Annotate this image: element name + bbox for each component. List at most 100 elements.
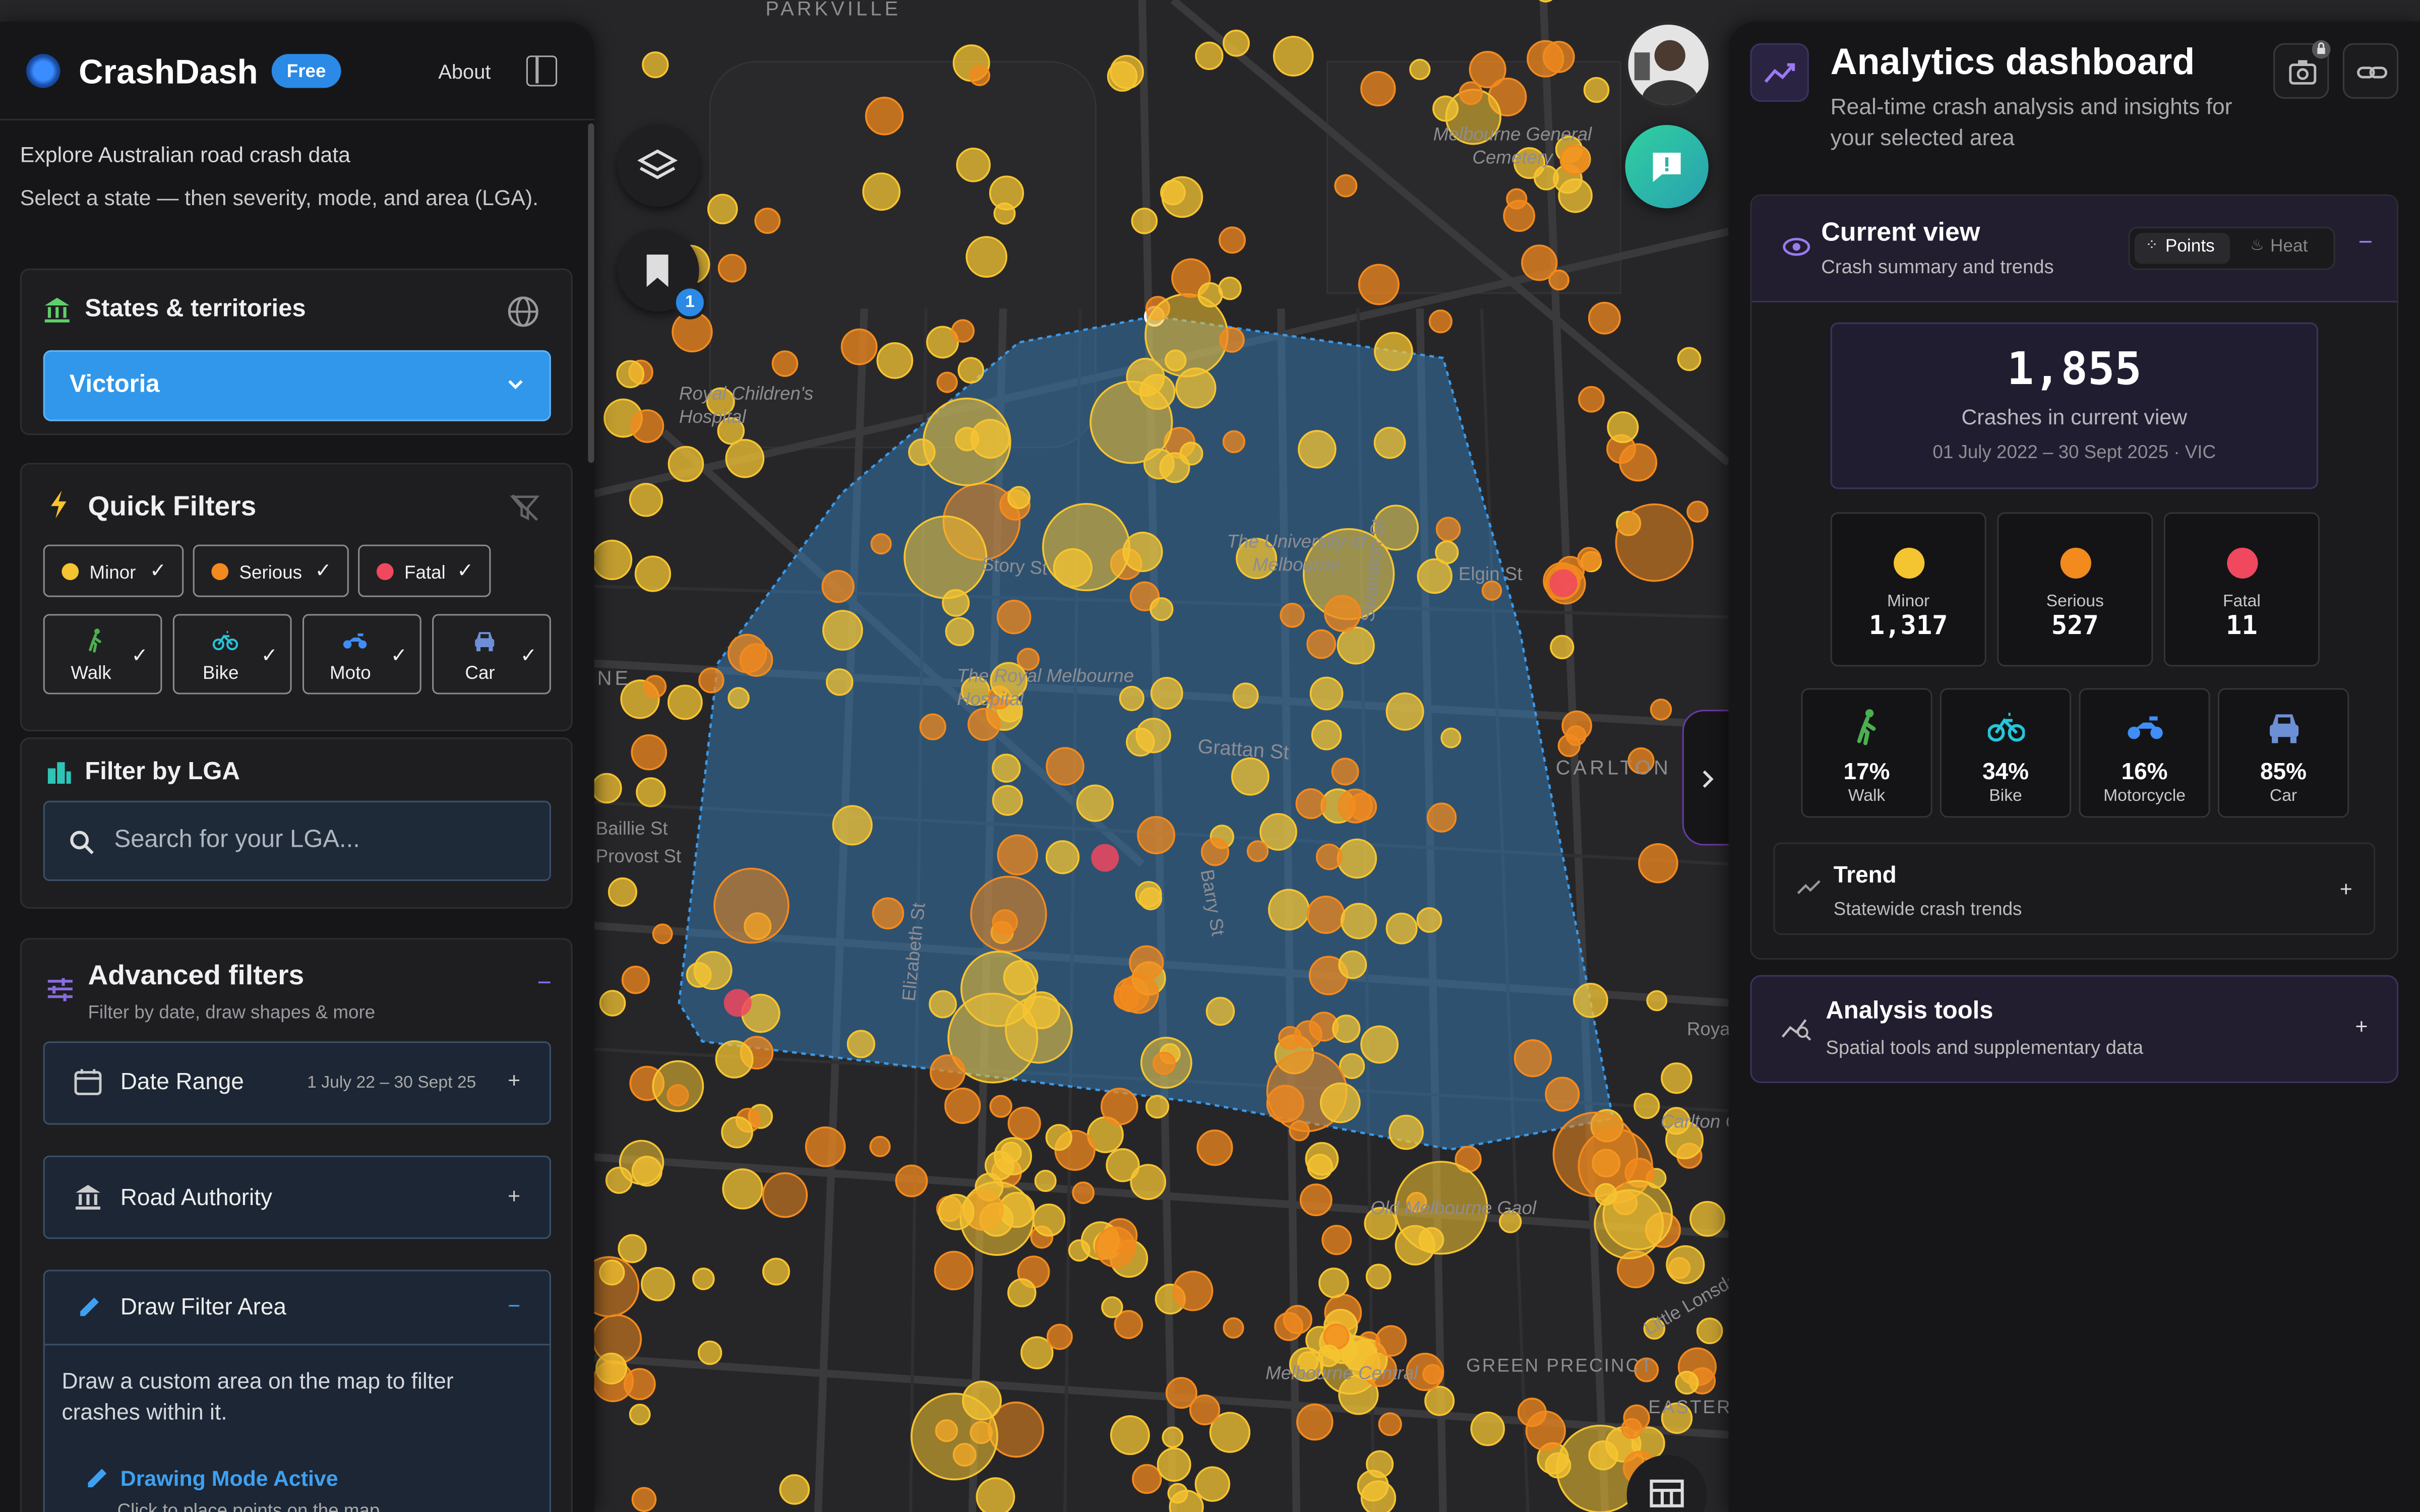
crash-point[interactable] [713, 867, 790, 944]
crash-point[interactable] [619, 1140, 664, 1185]
heat-mode-button[interactable]: ♨ Heat [2241, 233, 2331, 264]
crash-point[interactable] [1514, 1039, 1552, 1078]
crash-point[interactable] [707, 194, 738, 225]
crash-point[interactable] [1440, 727, 1462, 748]
crash-point[interactable] [728, 634, 767, 673]
crash-point[interactable] [1045, 1124, 1072, 1151]
crash-point[interactable] [1145, 1095, 1170, 1119]
crash-point[interactable] [908, 438, 936, 466]
crash-point[interactable] [754, 208, 781, 234]
crash-point[interactable] [1375, 1325, 1407, 1357]
crash-point[interactable] [1246, 840, 1269, 862]
crash-point[interactable] [1157, 1447, 1191, 1482]
trend-section[interactable]: Trend Statewide crash trends + [1773, 842, 2376, 935]
current-view-collapse-button[interactable]: − [2358, 230, 2373, 258]
lga-search-input[interactable]: Search for your LGA... [43, 800, 551, 881]
crash-point[interactable] [641, 1267, 675, 1301]
about-link[interactable]: About [438, 60, 491, 83]
crash-point[interactable] [1572, 982, 1608, 1018]
crash-point[interactable] [1107, 61, 1138, 92]
crash-point[interactable] [1119, 974, 1159, 1014]
crash-point[interactable] [1315, 843, 1343, 870]
crash-point[interactable] [1129, 945, 1164, 980]
crash-point[interactable] [1360, 1480, 1397, 1512]
crash-point[interactable] [771, 350, 799, 377]
crash-point[interactable] [1319, 1082, 1361, 1123]
crash-point[interactable] [1675, 1370, 1699, 1395]
crash-point[interactable] [1306, 629, 1337, 659]
crash-point[interactable] [969, 65, 991, 86]
table-view-button[interactable] [1626, 1455, 1707, 1512]
crash-point[interactable] [722, 1168, 763, 1210]
crash-point[interactable] [965, 236, 1008, 278]
crash-point[interactable] [1232, 682, 1259, 709]
crash-point[interactable] [1032, 1204, 1066, 1237]
crash-point[interactable] [1545, 1452, 1571, 1479]
avatar[interactable] [1625, 21, 1712, 108]
crash-point[interactable] [1650, 699, 1672, 721]
crash-point[interactable] [715, 1040, 754, 1079]
severity-chip-fatal[interactable]: Fatal ✓ [358, 544, 491, 597]
crash-point[interactable] [876, 342, 914, 379]
crash-point[interactable] [1619, 443, 1658, 482]
crash-point[interactable] [1268, 889, 1310, 931]
crash-point[interactable] [1231, 757, 1269, 796]
crash-point[interactable] [903, 515, 988, 599]
crash-point[interactable] [956, 147, 991, 182]
crash-point[interactable] [1189, 1394, 1221, 1425]
crash-point[interactable] [1348, 792, 1377, 821]
crash-point[interactable] [1100, 1088, 1138, 1125]
state-select[interactable]: Victoria [43, 350, 551, 421]
crash-point[interactable] [989, 1095, 1012, 1118]
crash-point[interactable] [1373, 426, 1406, 459]
crash-point[interactable] [1307, 1154, 1333, 1180]
crash-point[interactable] [692, 1268, 715, 1290]
crash-point[interactable] [1469, 51, 1506, 89]
crash-point[interactable] [944, 1087, 981, 1124]
crash-point[interactable] [1126, 727, 1155, 757]
crash-point[interactable] [1646, 990, 1668, 1012]
mode-filter-moto[interactable]: Moto ✓ [302, 614, 421, 695]
crash-point[interactable] [1545, 1077, 1580, 1112]
crash-point[interactable] [762, 1257, 791, 1286]
share-link-button[interactable] [2342, 43, 2399, 99]
crash-point[interactable] [1337, 626, 1375, 665]
crash-point[interactable] [599, 990, 626, 1017]
crash-point[interactable] [1338, 950, 1367, 979]
crash-point[interactable] [1424, 1385, 1455, 1416]
crash-point[interactable] [630, 409, 664, 443]
crash-point[interactable] [1358, 264, 1400, 305]
date-range-filter[interactable]: Date Range 1 July 22 – 30 Sept 25 + [43, 1041, 551, 1125]
mode-filter-car[interactable]: Car ✓ [432, 614, 551, 695]
crash-point[interactable] [1266, 1085, 1305, 1123]
crash-point[interactable] [1321, 1225, 1352, 1255]
crash-point[interactable] [832, 805, 873, 846]
crash-point[interactable] [1332, 1015, 1361, 1043]
crash-point[interactable] [976, 1477, 1015, 1512]
crash-point[interactable] [1459, 81, 1483, 105]
crash-point[interactable] [667, 1084, 689, 1107]
current-view-header[interactable]: Current view Crash summary and trends ⁘ … [1751, 196, 2397, 302]
crash-point[interactable] [1577, 547, 1601, 571]
bookmarks-button[interactable]: 1 [617, 230, 707, 320]
crash-point[interactable] [1578, 386, 1605, 413]
road-authority-filter[interactable]: Road Authority + [43, 1155, 551, 1239]
crash-point[interactable] [595, 1352, 628, 1384]
crash-point[interactable] [1194, 1466, 1231, 1502]
crash-point[interactable] [636, 777, 666, 807]
crash-point[interactable] [631, 734, 668, 771]
fatal-crash-point[interactable] [723, 989, 752, 1017]
feedback-button[interactable] [1625, 124, 1709, 209]
crash-point[interactable] [591, 773, 622, 804]
crash-point[interactable] [957, 357, 985, 384]
crash-point[interactable] [1470, 1411, 1505, 1446]
crash-point[interactable] [1280, 603, 1305, 628]
crash-point[interactable] [591, 539, 633, 581]
draw-area-filter[interactable]: Draw Filter Area − Draw a custom area on… [43, 1270, 551, 1512]
crash-point[interactable] [1152, 1051, 1176, 1075]
crash-point[interactable] [631, 1487, 657, 1512]
crash-point[interactable] [862, 172, 901, 211]
crash-point[interactable] [996, 599, 1032, 635]
crash-point[interactable] [870, 533, 892, 555]
crash-point[interactable] [895, 1164, 928, 1198]
